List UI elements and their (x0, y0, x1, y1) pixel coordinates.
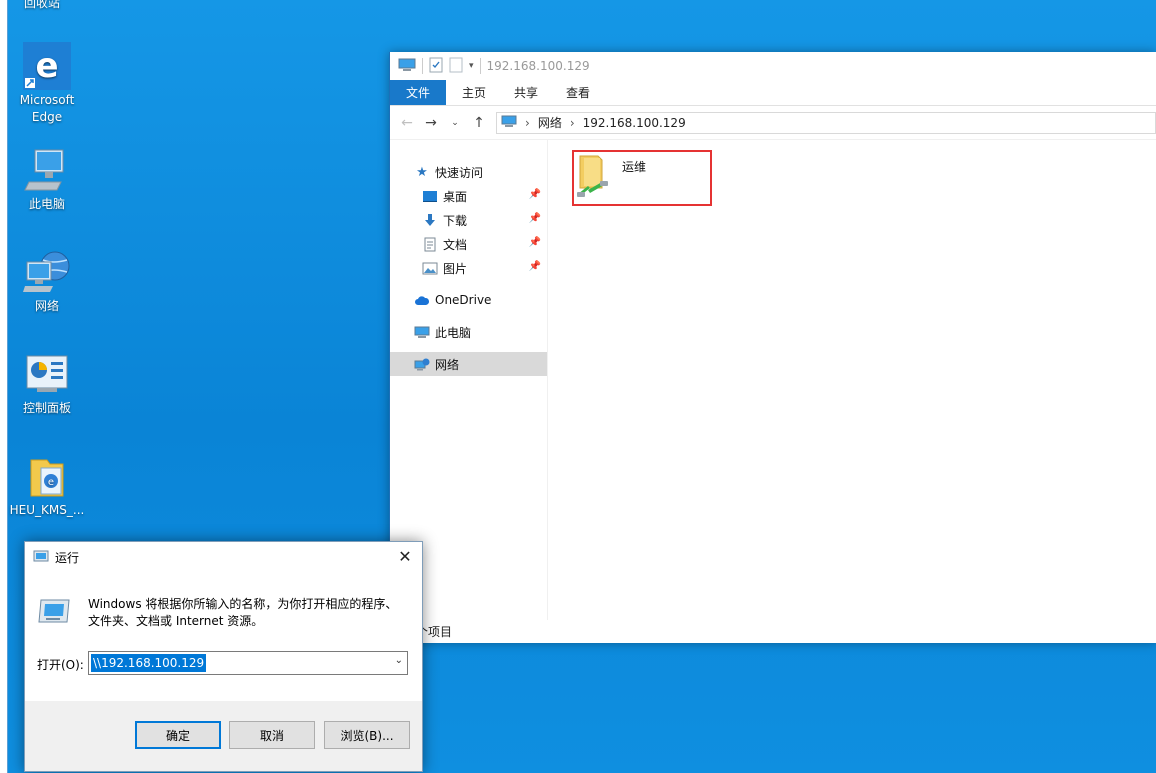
titlebar-separator (479, 58, 481, 74)
network-icon (23, 248, 71, 296)
run-body: Windows 将根据你所输入的名称，为你打开相应的程序、文件夹、文档或 Int… (25, 572, 422, 704)
ok-button[interactable]: 确定 (135, 721, 221, 749)
navigation-bar: ← → ⌄ ↑ › 网络 › 192.168.100.129 (390, 106, 1156, 140)
tab-view[interactable]: 查看 (552, 80, 604, 105)
nav-onedrive[interactable]: OneDrive (390, 288, 547, 312)
tab-home[interactable]: 主页 (448, 80, 500, 105)
nav-item-label: 桌面 (443, 189, 468, 204)
run-app-icon (33, 550, 49, 565)
nav-this-pc[interactable]: 此电脑 (390, 320, 547, 344)
document-icon (422, 236, 438, 252)
nav-item-label: 快速访问 (435, 165, 484, 180)
computer-icon (398, 58, 416, 75)
desktop-icon-label: 控制面板 (22, 401, 71, 415)
ribbon-tabs: 文件 主页 共享 查看 (390, 80, 1156, 106)
computer-icon (414, 324, 430, 340)
recent-locations-chevron-icon[interactable]: ⌄ (448, 118, 462, 128)
nav-quick-access[interactable]: ★ 快速访问 (390, 160, 547, 184)
star-icon: ★ (416, 164, 428, 180)
window-title: 192.168.100.129 (486, 59, 590, 73)
run-titlebar: 运行 ✕ (25, 542, 422, 572)
nav-item-label: 下载 (443, 213, 468, 228)
run-program-icon (37, 598, 71, 627)
desktop-icon-heu-kms[interactable]: e HEU_KMS_... (7, 452, 87, 519)
shared-folder-icon (576, 154, 610, 201)
new-folder-icon[interactable] (449, 57, 463, 76)
nav-item-label: 文档 (443, 237, 468, 252)
content-pane: 运维 (550, 140, 1156, 619)
desktop-icon-label: 网络 (34, 299, 59, 313)
network-icon (414, 356, 430, 372)
pin-icon[interactable]: 📌 (529, 189, 541, 200)
breadcrumb-host[interactable]: 192.168.100.129 (583, 116, 686, 130)
tab-share[interactable]: 共享 (500, 80, 552, 105)
nav-network[interactable]: 网络 (390, 352, 547, 376)
control-panel-icon (23, 350, 71, 398)
open-input-value[interactable]: \\192.168.100.129 (91, 654, 207, 672)
breadcrumb-separator-icon[interactable]: › (525, 116, 530, 130)
picture-icon (422, 260, 438, 276)
chevron-down-icon[interactable]: ⌄ (395, 655, 403, 666)
desktop-icon-this-pc[interactable]: 此电脑 (7, 146, 87, 213)
nav-item-label: OneDrive (435, 293, 492, 307)
forward-arrow-icon[interactable]: → (424, 115, 438, 131)
nav-item-label: 此电脑 (435, 325, 472, 340)
pin-icon[interactable]: 📌 (529, 237, 541, 248)
edge-icon: e (23, 42, 71, 90)
desktop-icon-network[interactable]: 网络 (7, 248, 87, 315)
explorer-titlebar: ▾ 192.168.100.129 (390, 52, 1156, 80)
nav-item-label: 网络 (435, 357, 460, 372)
properties-icon[interactable] (429, 57, 443, 76)
svg-text:e: e (48, 477, 54, 488)
back-arrow-icon[interactable]: ← (400, 115, 414, 131)
nav-documents[interactable]: 文档 📌 (390, 232, 547, 256)
file-explorer-window: ▾ 192.168.100.129 文件 主页 共享 查看 ← → ⌄ ↑ › … (389, 52, 1156, 643)
cancel-button[interactable]: 取消 (229, 721, 315, 749)
computer-icon (501, 115, 517, 131)
folder-app-icon: e (23, 452, 71, 500)
svg-text:e: e (35, 46, 58, 86)
desktop-icon-label: HEU_KMS_... (9, 503, 85, 517)
tab-file[interactable]: 文件 (390, 80, 447, 105)
folder-label: 运维 (622, 160, 647, 174)
titlebar-separator (422, 58, 423, 74)
cloud-icon (414, 292, 430, 308)
desktop-icon-control-panel[interactable]: 控制面板 (7, 350, 87, 417)
desktop-icon (422, 188, 438, 204)
browse-button[interactable]: 浏览(B)... (324, 721, 410, 749)
breadcrumb-separator-icon[interactable]: › (570, 116, 575, 130)
download-icon (422, 212, 438, 228)
nav-downloads[interactable]: 下载 📌 (390, 208, 547, 232)
desktop-icon-label: 此电脑 (28, 197, 65, 211)
computer-icon (23, 146, 71, 194)
breadcrumb-network[interactable]: 网络 (538, 114, 562, 131)
pin-icon[interactable]: 📌 (529, 261, 541, 272)
run-description: Windows 将根据你所输入的名称，为你打开相应的程序、文件夹、文档或 Int… (88, 597, 398, 628)
nav-desktop[interactable]: 桌面 📌 (390, 184, 547, 208)
desktop-icon-label: Microsoft Edge (19, 93, 75, 124)
run-footer: 确定 取消 浏览(B)... (25, 701, 422, 771)
open-combobox[interactable]: \\192.168.100.129 ⌄ (88, 651, 408, 675)
shared-folder-item[interactable]: 运维 (572, 150, 712, 206)
desktop-icon-recycle-bin-label[interactable]: 回收站 (24, 0, 60, 11)
nav-pictures[interactable]: 图片 📌 (390, 256, 547, 280)
pin-icon[interactable]: 📌 (529, 213, 541, 224)
status-bar: 个项目 (390, 619, 1156, 643)
run-title: 运行 (55, 550, 80, 565)
chevron-down-icon[interactable]: ▾ (469, 61, 474, 71)
nav-item-label: 图片 (443, 261, 468, 276)
run-dialog: 运行 ✕ Windows 将根据你所输入的名称，为你打开相应的程序、文件夹、文档… (24, 541, 423, 772)
desktop-icon-edge[interactable]: e Microsoft Edge (7, 42, 87, 126)
up-arrow-icon[interactable]: ↑ (472, 115, 486, 131)
close-icon[interactable]: ✕ (396, 547, 414, 566)
address-bar[interactable]: › 网络 › 192.168.100.129 (496, 111, 1156, 134)
open-label: 打开(O): (37, 658, 84, 672)
